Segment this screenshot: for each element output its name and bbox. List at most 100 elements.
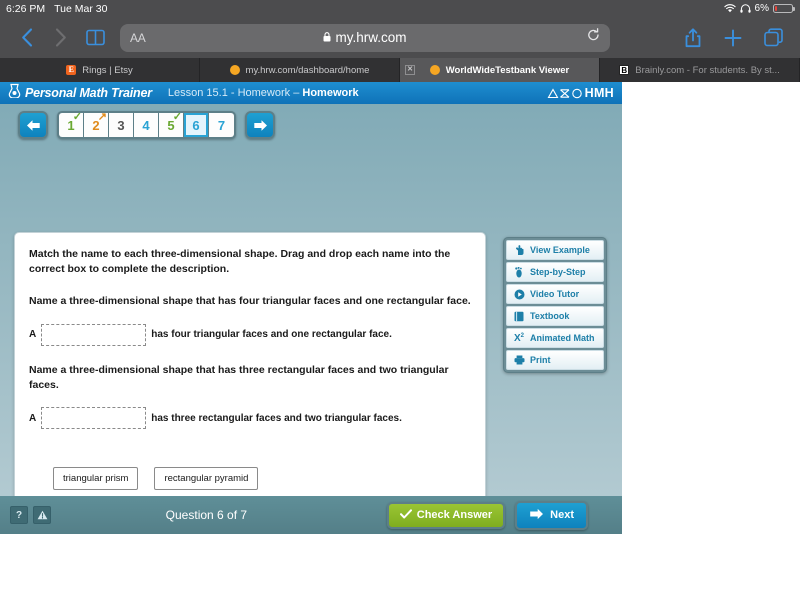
next-button[interactable]: Next xyxy=(515,500,588,530)
url-text: my.hrw.com xyxy=(335,30,407,45)
book-icon[interactable] xyxy=(78,21,112,55)
check-answer-label: Check Answer xyxy=(416,509,493,521)
question-number: 4 xyxy=(142,117,150,133)
question-navigator: 1 ✓ 2 ↗ 3 4 5 ✓ 6 7 xyxy=(0,104,622,145)
question-prompt-2: Name a three-dimensional shape that has … xyxy=(29,363,449,391)
reload-icon[interactable] xyxy=(587,28,600,47)
video-tutor-button[interactable]: Video Tutor xyxy=(506,284,604,304)
answer-line-1: A has four triangular faces and one rect… xyxy=(29,323,471,346)
answer-prefix: A xyxy=(29,329,37,341)
status-date: Tue Mar 30 xyxy=(54,2,108,15)
draggable-tile-bank: triangular prism rectangular pyramid xyxy=(29,467,471,491)
tab-title: Rings | Etsy xyxy=(82,64,133,76)
hmh-shapes-icon xyxy=(547,87,582,98)
x-squared-icon: X2 xyxy=(513,332,524,344)
answer-prefix: A xyxy=(29,412,37,424)
question-tab-5[interactable]: 5 ✓ xyxy=(159,113,184,137)
animated-math-button[interactable]: X2 Animated Math xyxy=(506,328,604,348)
rail-label: View Example xyxy=(530,245,590,255)
step-by-step-button[interactable]: Step-by-Step xyxy=(506,262,604,282)
lesson-breadcrumb: Lesson 15.1 - Homework – Homework xyxy=(168,87,359,99)
headphones-icon xyxy=(739,4,751,13)
correct-checkmark-icon: ✓ xyxy=(72,111,82,123)
lesson-prefix: Lesson 15.1 - Homework – xyxy=(167,87,300,99)
question-number: 3 xyxy=(117,117,125,133)
app-header: Personal Math Trainer Lesson 15.1 - Home… xyxy=(0,82,622,104)
question-tab-2[interactable]: 2 ↗ xyxy=(84,113,109,137)
etsy-favicon: E xyxy=(66,65,77,75)
circle-favicon xyxy=(229,65,240,75)
prev-question-button[interactable] xyxy=(18,111,48,139)
tab-strip: E Rings | Etsy my.hrw.com/dashboard/home… xyxy=(0,58,800,82)
circle-favicon xyxy=(429,65,440,75)
text-size-button[interactable]: AA xyxy=(130,31,146,45)
lock-icon xyxy=(323,30,331,45)
browser-tab-3[interactable]: B Brainly.com - For students. By st... xyxy=(600,58,800,82)
answer-suffix: has four triangular faces and one rectan… xyxy=(151,329,392,341)
view-example-button[interactable]: View Example xyxy=(506,240,604,260)
question-number: 6 xyxy=(192,117,200,133)
back-chevron-icon[interactable] xyxy=(10,21,44,55)
status-bar-left: 6:26 PM Tue Mar 30 xyxy=(6,3,107,15)
left-arrow-icon xyxy=(26,119,40,131)
correct-checkmark-icon: ✓ xyxy=(172,111,182,123)
book-icon xyxy=(513,311,525,322)
rail-label: Video Tutor xyxy=(530,289,580,299)
close-icon[interactable]: ✕ xyxy=(405,65,415,75)
question-tab-1[interactable]: 1 ✓ xyxy=(59,113,84,137)
question-tab-4[interactable]: 4 xyxy=(134,113,159,137)
question-counter: Question 6 of 7 xyxy=(165,508,248,522)
rail-label: Step-by-Step xyxy=(530,267,586,277)
right-arrow-icon xyxy=(529,508,544,523)
url-display: my.hrw.com xyxy=(120,30,610,45)
drop-zone-2[interactable] xyxy=(41,407,147,430)
question-instruction: Match the name to each three-dimensional… xyxy=(29,248,451,276)
textbook-button[interactable]: Textbook xyxy=(506,306,604,326)
question-number-list: 1 ✓ 2 ↗ 3 4 5 ✓ 6 7 xyxy=(57,111,236,139)
lesson-name: Homework xyxy=(302,87,359,99)
answer-suffix: has three rectangular faces and two tria… xyxy=(151,412,402,424)
battery-percent-label: 6% xyxy=(754,3,769,14)
draggable-tile[interactable]: rectangular pyramid xyxy=(154,467,259,491)
tabs-icon[interactable] xyxy=(756,21,790,55)
resource-rail: View Example Step-by-Step Video Tutor Te… xyxy=(503,237,607,373)
browser-tab-1[interactable]: my.hrw.com/dashboard/home xyxy=(200,58,400,82)
next-label: Next xyxy=(550,509,574,521)
wifi-icon xyxy=(723,4,736,13)
tab-title: my.hrw.com/dashboard/home xyxy=(245,64,370,76)
browser-tab-0[interactable]: E Rings | Etsy xyxy=(0,58,200,82)
rail-label: Print xyxy=(530,355,551,365)
tab-title: Brainly.com - For students. By st... xyxy=(635,64,780,76)
check-answer-button[interactable]: Check Answer xyxy=(386,501,506,529)
footprint-icon xyxy=(513,266,525,278)
pmt-app-viewport: Personal Math Trainer Lesson 15.1 - Home… xyxy=(0,82,622,534)
plus-icon[interactable] xyxy=(716,21,750,55)
brainly-favicon: B xyxy=(619,65,630,75)
drop-zone-1[interactable] xyxy=(41,323,147,346)
share-icon[interactable] xyxy=(676,21,710,55)
next-question-button[interactable] xyxy=(245,111,275,139)
status-bar-right: 6% xyxy=(723,0,795,17)
status-time: 6:26 PM xyxy=(6,2,46,15)
question-number: 7 xyxy=(217,117,226,133)
printer-icon xyxy=(513,355,525,365)
draggable-tile[interactable]: triangular prism xyxy=(53,467,139,491)
hmh-logo-text: HMH xyxy=(584,86,614,100)
question-prompt-1: Name a three-dimensional shape that has … xyxy=(29,295,471,308)
app-footer: ? Question 6 of 7 Check Answer Next xyxy=(0,496,622,534)
right-arrow-icon xyxy=(253,119,267,131)
question-tab-3[interactable]: 3 xyxy=(109,113,134,137)
browser-tab-2-active[interactable]: ✕ WorldWideTestbank Viewer xyxy=(400,58,600,82)
partial-arrow-icon: ↗ xyxy=(97,111,107,123)
checkmark-icon xyxy=(399,508,412,522)
hmh-logo: HMH xyxy=(547,82,614,104)
question-tab-6-current[interactable]: 6 xyxy=(184,113,209,137)
url-bar[interactable]: AA my.hrw.com xyxy=(120,23,610,52)
toolbar-right-actions xyxy=(676,21,790,55)
pmt-brand: Personal Math Trainer xyxy=(8,83,152,103)
print-button[interactable]: Print xyxy=(506,350,604,370)
question-tab-7[interactable]: 7 xyxy=(209,113,234,137)
rail-label: Animated Math xyxy=(530,333,595,343)
pmt-logo-icon xyxy=(8,83,21,103)
ios-status-bar: 6:26 PM Tue Mar 30 6% xyxy=(0,0,800,17)
